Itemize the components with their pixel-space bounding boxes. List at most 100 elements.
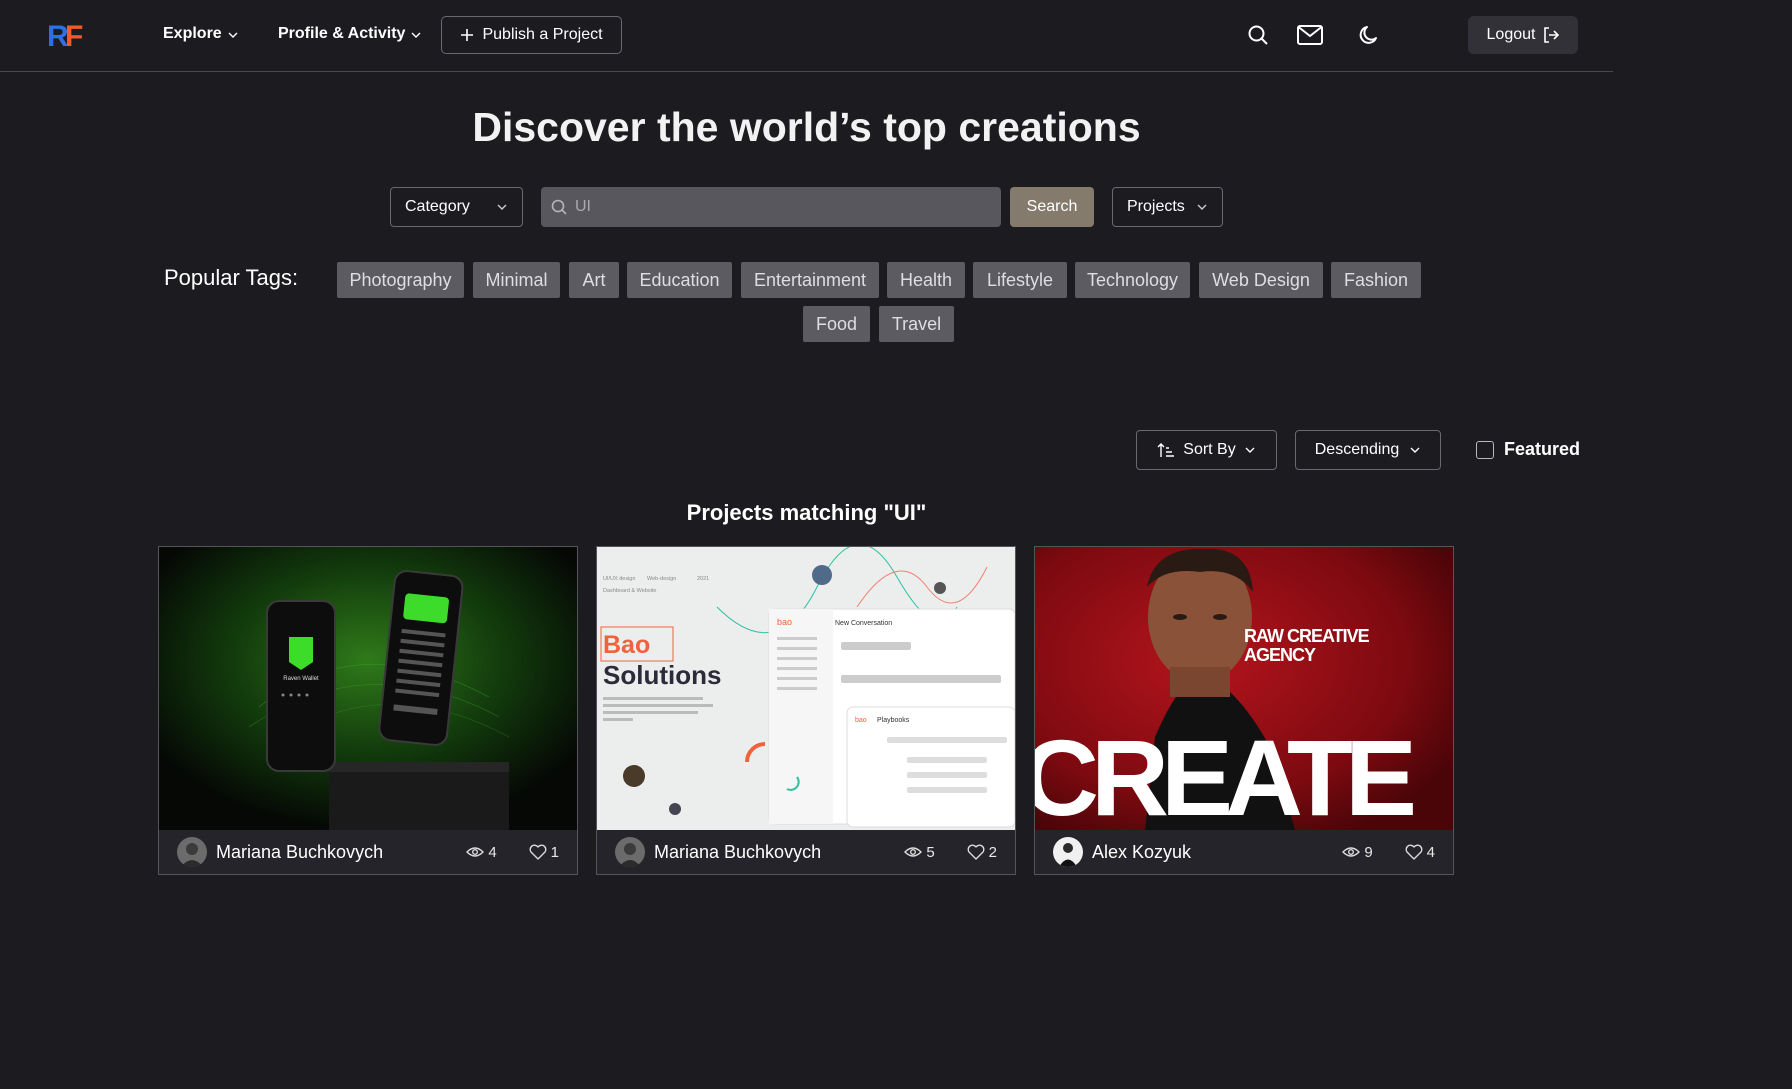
avatar-image	[177, 837, 207, 867]
featured-checkbox[interactable]: Featured	[1476, 439, 1580, 460]
nav-profile-activity[interactable]: Profile & Activity	[278, 25, 421, 43]
publish-label: Publish a Project	[482, 26, 603, 43]
category-dropdown[interactable]: Category	[390, 187, 523, 227]
tag-health[interactable]: Health	[887, 262, 965, 298]
chevron-down-icon	[228, 32, 238, 38]
scope-dropdown[interactable]: Projects	[1112, 187, 1223, 227]
thumb-text: 2021	[697, 576, 709, 582]
project-thumbnail[interactable]: Raven Wallet	[159, 547, 577, 830]
chevron-down-icon	[411, 32, 421, 38]
author-name[interactable]: Alex Kozyuk	[1092, 842, 1324, 863]
project-thumbnail[interactable]: RAW CREATIVE AGENCY CREATE	[1035, 547, 1453, 830]
likes-count[interactable]: 2	[967, 844, 997, 861]
project-thumbnail-image: RAW CREATIVE AGENCY CREATE	[1035, 547, 1453, 830]
likes-count[interactable]: 1	[529, 844, 559, 861]
likes-count[interactable]: 4	[1405, 844, 1435, 861]
search-button[interactable]: Search	[1010, 187, 1094, 227]
project-thumbnail-image: Raven Wallet	[159, 547, 577, 830]
project-card[interactable]: Raven Wallet Mariana Buchkovych 4 1	[158, 546, 578, 875]
views-value: 4	[488, 843, 497, 861]
scope-label: Projects	[1127, 198, 1185, 215]
avatar-image	[615, 837, 645, 867]
views-value: 9	[1364, 843, 1373, 861]
project-card-footer: Mariana Buchkovych 5 2	[597, 830, 1015, 874]
logo[interactable]: R F RF	[47, 20, 91, 53]
thumb-text: New Conversation	[835, 620, 892, 627]
tag-lifestyle[interactable]: Lifestyle	[973, 262, 1067, 298]
tag-web-design[interactable]: Web Design	[1199, 262, 1323, 298]
project-card-footer: Alex Kozyuk 9 4	[1035, 830, 1453, 874]
heart-icon	[529, 844, 547, 860]
likes-value: 4	[1426, 843, 1435, 861]
project-card[interactable]: UI/UX design Web-design 2021 Dashboard &…	[596, 546, 1016, 875]
heart-icon	[1405, 844, 1423, 860]
tag-photography[interactable]: Photography	[337, 262, 464, 298]
views-value: 5	[926, 843, 935, 861]
theme-toggle-button[interactable]	[1356, 22, 1382, 48]
thumb-text: Web-design	[647, 576, 676, 582]
chevron-down-icon	[1245, 447, 1255, 453]
moon-icon	[1359, 26, 1377, 44]
chevron-down-icon	[1197, 204, 1207, 210]
order-label: Descending	[1314, 441, 1400, 458]
category-label: Category	[405, 198, 470, 215]
results-title: Projects matching "UI"	[686, 500, 927, 525]
thumb-text: AGENCY	[1244, 645, 1316, 665]
search-input[interactable]	[575, 198, 995, 216]
thumb-text: Bao	[603, 631, 650, 659]
top-navbar: R F RF Explore Profile & Activity Publis…	[0, 0, 1613, 72]
author-name[interactable]: Mariana Buchkovych	[216, 842, 448, 863]
project-card-footer: Mariana Buchkovych 4 1	[159, 830, 577, 874]
tag-travel[interactable]: Travel	[879, 306, 954, 342]
chevron-down-icon	[1410, 447, 1420, 453]
project-card[interactable]: RAW CREATIVE AGENCY CREATE Alex Kozyuk 9…	[1034, 546, 1454, 875]
project-thumbnail-image: UI/UX design Web-design 2021 Dashboard &…	[597, 547, 1015, 830]
tag-entertainment[interactable]: Entertainment	[741, 262, 879, 298]
eye-icon	[1342, 847, 1361, 857]
search-icon-button[interactable]	[1245, 22, 1271, 48]
sort-by-dropdown[interactable]: Sort By	[1136, 430, 1277, 470]
search-box	[541, 187, 1001, 227]
avatar-image	[1053, 837, 1083, 867]
thumb-text: Solutions	[603, 660, 721, 690]
author-name[interactable]: Mariana Buchkovych	[654, 842, 886, 863]
heart-icon	[967, 844, 985, 860]
nav-explore[interactable]: Explore	[163, 25, 238, 43]
logout-icon	[1544, 27, 1560, 43]
thumb-text: Playbooks	[877, 717, 910, 724]
views-count: 9	[1342, 843, 1373, 861]
avatar[interactable]	[615, 837, 645, 867]
views-count: 5	[904, 843, 935, 861]
project-thumbnail[interactable]: UI/UX design Web-design 2021 Dashboard &…	[597, 547, 1015, 830]
eye-icon	[466, 847, 485, 857]
plus-icon	[461, 29, 474, 41]
nav-profile-label: Profile & Activity	[278, 25, 406, 42]
publish-project-button[interactable]: Publish a Project	[441, 16, 622, 54]
featured-label: Featured	[1504, 439, 1581, 459]
featured-checkbox-box[interactable]	[1476, 440, 1494, 459]
tag-food[interactable]: Food	[803, 306, 870, 342]
tag-fashion[interactable]: Fashion	[1331, 262, 1421, 298]
tag-education[interactable]: Education	[627, 262, 732, 298]
tag-art[interactable]: Art	[569, 262, 619, 298]
svg-text:bao: bao	[855, 717, 867, 724]
likes-value: 2	[988, 843, 997, 861]
logout-label: Logout	[1486, 26, 1536, 43]
tag-technology[interactable]: Technology	[1075, 262, 1190, 298]
tag-minimal[interactable]: Minimal	[473, 262, 560, 298]
logo-letter-f: F	[65, 20, 83, 50]
messages-button[interactable]	[1296, 22, 1324, 48]
nav-explore-label: Explore	[163, 25, 222, 42]
search-icon	[551, 199, 567, 215]
avatar[interactable]	[177, 837, 207, 867]
avatar[interactable]	[1053, 837, 1083, 867]
thumb-text: bao	[777, 617, 792, 627]
likes-value: 1	[550, 843, 559, 861]
thumb-text: Raven Wallet	[283, 676, 319, 682]
thumb-text: Dashboard & Website	[603, 588, 656, 594]
popular-tags-label: Popular Tags:	[164, 265, 299, 290]
mail-icon	[1297, 25, 1323, 45]
thumb-text: CREATE	[1035, 717, 1413, 830]
logout-button[interactable]: Logout	[1468, 16, 1578, 54]
order-dropdown[interactable]: Descending	[1295, 430, 1441, 470]
